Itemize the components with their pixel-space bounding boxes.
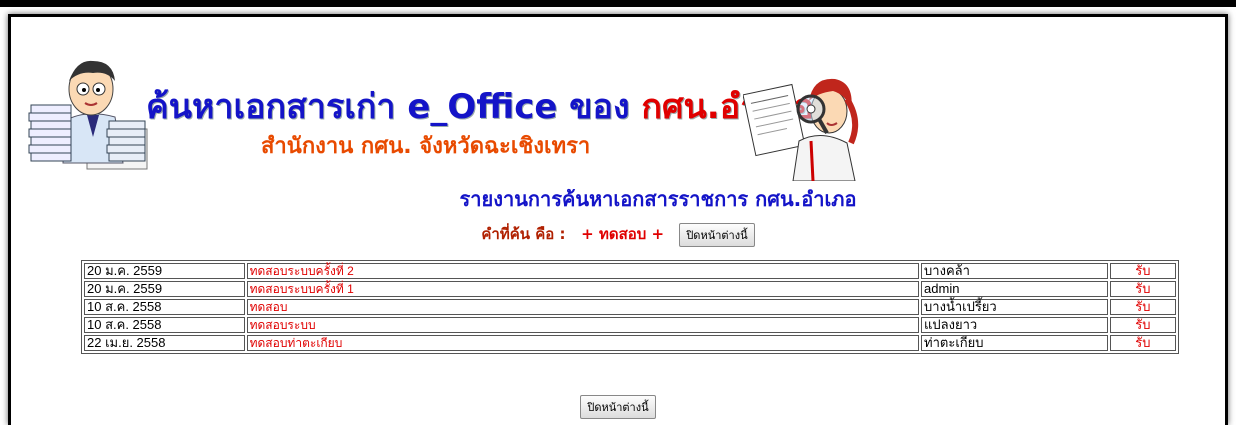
date-cell: 20 ม.ค. 2559 [84,281,245,297]
receive-link[interactable]: รับ [1109,335,1176,351]
subject-link[interactable]: ทดสอบ [246,299,920,315]
subject-link[interactable]: ทดสอบระบบครั้งที่ 1 [246,281,920,297]
office-cell: แปลงยาว [921,317,1108,333]
banner: ค้นหาเอกสารเก่า e_Office ของ กศน.อำเภอ ส… [11,17,1225,181]
close-window-button-bottom[interactable]: ปิดหน้าต่างนี้ [580,395,656,419]
office-clerk-illustration [28,60,148,170]
office-cell: ท่าตะเกียบ [921,335,1108,351]
office-cell: admin [921,281,1108,297]
receive-link[interactable]: รับ [1109,281,1176,297]
table-row: 20 ม.ค. 2559 ทดสอบระบบครั้งที่ 1 admin รับ [84,281,1176,297]
table-row: 20 ม.ค. 2559 ทดสอบระบบครั้งที่ 2 บางคล้า รั… [84,263,1176,279]
page-subtitle: สำนักงาน กศน. จังหวัดฉะเชิงเทรา [261,134,591,159]
title-prefix: ค้นหาเอกสารเก่า e_Office ของ [146,87,642,127]
window-top-border [0,0,1236,7]
search-term: + ทดสอบ + [581,225,665,243]
office-cell: บางน้ำเปรี้ยว [921,299,1108,315]
office-cell: บางคล้า [921,263,1108,279]
page-title: ค้นหาเอกสารเก่า e_Office ของ กศน.อำเภอ [146,79,814,133]
footer: ปิดหน้าต่างนี้ [11,395,1225,419]
receive-link[interactable]: รับ [1109,317,1176,333]
report-title: รายงานการค้นหาเอกสารราชการ กศน.อำเภอ [459,187,857,211]
table-row: 10 ส.ค. 2558 ทดสอบระบบ แปลงยาว รับ [84,317,1176,333]
search-label: คำที่ค้น คือ : [481,225,566,243]
close-window-button-top[interactable]: ปิดหน้าต่างนี้ [679,222,755,247]
subject-link[interactable]: ทดสอบระบบครั้งที่ 2 [246,263,920,279]
search-term-line: คำที่ค้น คือ : + ทดสอบ + ปิดหน้าต่างนี้ [11,222,1225,247]
subject-link[interactable]: ทดสอบระบบ [246,317,920,333]
subject-link[interactable]: ทดสอบท่าตะเกียบ [246,335,920,351]
table-row: 10 ส.ค. 2558 ทดสอบ บางน้ำเปรี้ยว รับ [84,299,1176,315]
page-frame: ค้นหาเอกสารเก่า e_Office ของ กศน.อำเภอ ส… [8,14,1228,425]
date-cell: 10 ส.ค. 2558 [84,317,245,333]
results-table: 20 ม.ค. 2559 ทดสอบระบบครั้งที่ 2 บางคล้า รั… [81,260,1179,354]
date-cell: 22 เม.ย. 2558 [84,335,245,351]
receive-link[interactable]: รับ [1109,263,1176,279]
table-row: 22 เม.ย. 2558 ทดสอบท่าตะเกียบ ท่าตะเกียบ รั… [84,335,1176,351]
detective-magnifier-illustration [743,78,859,181]
date-cell: 10 ส.ค. 2558 [84,299,245,315]
receive-link[interactable]: รับ [1109,299,1176,315]
date-cell: 20 ม.ค. 2559 [84,263,245,279]
